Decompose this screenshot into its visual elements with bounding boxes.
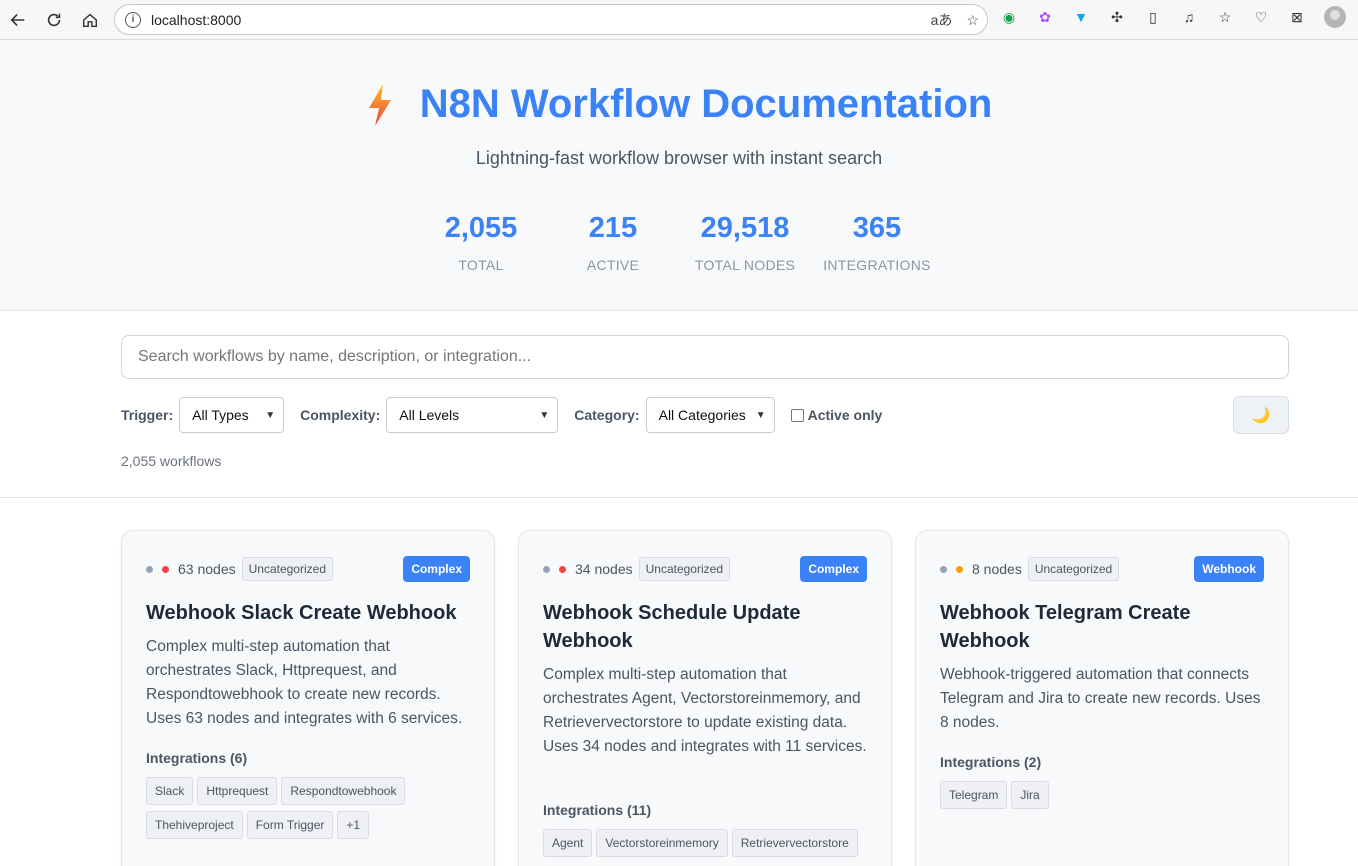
section-divider (0, 497, 1358, 498)
site-info-icon[interactable]: i (125, 11, 141, 28)
reload-icon[interactable] (36, 2, 72, 38)
integrations-heading: Integrations (2) (940, 754, 1042, 770)
integrations-heading: Integrations (6) (146, 750, 248, 766)
trigger-badge: Webhook (1194, 556, 1264, 582)
extension-download-icon[interactable]: ▼ (1072, 8, 1090, 26)
integration-tags: Slack Httprequest Respondtowebhook Thehi… (146, 777, 476, 839)
stat-label: TOTAL NODES (694, 257, 796, 273)
stat-active: 215 ACTIVE (547, 212, 679, 273)
stat-total-nodes: 29,518 TOTAL NODES (679, 212, 811, 273)
active-only-label: Active only (807, 407, 883, 423)
profile-avatar[interactable] (1324, 6, 1346, 28)
moon-icon: 🌙 (1251, 407, 1271, 424)
address-bar[interactable]: i localhost:8000 aあ ☆ (114, 4, 988, 35)
complexity-filter-label: Complexity: (300, 407, 381, 423)
stat-total: 2,055 TOTAL (415, 212, 547, 273)
integration-tag: Jira (1011, 781, 1049, 809)
page-title: N8N Workflow Documentation (419, 82, 993, 126)
category-badge: Uncategorized (1027, 557, 1120, 581)
category-filter-label: Category: (574, 407, 640, 423)
integration-tag: Respondtowebhook (281, 777, 406, 805)
active-only-checkbox[interactable] (790, 408, 804, 422)
chevron-down-icon: ▼ (539, 409, 550, 421)
workflow-title[interactable]: Webhook Schedule Update Webhook (543, 599, 873, 655)
integration-tag: Agent (543, 829, 593, 857)
integration-tag: Thehiveproject (146, 811, 243, 839)
integration-tag: Telegram (940, 781, 1008, 809)
translate-icon[interactable]: aあ (931, 10, 953, 30)
integration-tag: Httprequest (197, 777, 278, 805)
screenshot-icon[interactable]: ⊠ (1288, 8, 1306, 26)
category-badge: Uncategorized (241, 557, 333, 581)
trigger-badge: Complex (800, 556, 867, 582)
extension-brain-icon[interactable]: ✿ (1036, 8, 1054, 26)
integration-tags: Agent Vectorstoreinmemory Retrievervecto… (543, 829, 873, 857)
stat-value: 2,055 (444, 212, 518, 244)
integrations-heading: Integrations (11) (543, 802, 652, 818)
complexity-dot (956, 565, 963, 573)
workflow-description: Webhook-triggered automation that connec… (940, 666, 1261, 731)
workflow-card[interactable]: 8 nodes Uncategorized Webhook Webhook Te… (915, 530, 1289, 866)
home-icon[interactable] (72, 2, 108, 38)
integration-tag: Vectorstoreinmemory (596, 829, 728, 857)
active-only-toggle[interactable]: Active only (790, 407, 883, 423)
complexity-select[interactable]: All Levels ▼ (386, 397, 559, 433)
status-dot (940, 565, 947, 573)
stats-row: 2,055 TOTAL 215 ACTIVE 29,518 TOTAL NODE… (0, 212, 1358, 273)
category-select[interactable]: All Categories ▼ (645, 397, 775, 433)
search-input[interactable] (121, 335, 1289, 379)
stat-value: 29,518 (700, 212, 790, 244)
filter-bar: Trigger: All Types ▼ Complexity: All Lev… (121, 397, 882, 433)
node-count: 63 nodes (178, 561, 236, 577)
trigger-filter-label: Trigger: (121, 407, 174, 423)
star-icon[interactable]: ☆ (966, 12, 979, 29)
lightning-icon (368, 83, 391, 126)
stat-label: INTEGRATIONS (823, 257, 931, 273)
integration-tag: Slack (146, 777, 194, 805)
workflow-card[interactable]: 63 nodes Uncategorized Complex Webhook S… (121, 530, 495, 866)
workflow-title[interactable]: Webhook Slack Create Webhook (146, 599, 476, 627)
chevron-down-icon: ▼ (265, 409, 276, 421)
complexity-dot (162, 565, 169, 573)
category-badge: Uncategorized (638, 557, 730, 581)
node-count: 34 nodes (575, 561, 633, 577)
stat-label: TOTAL (458, 257, 504, 273)
extension-globe-icon[interactable]: ◉ (1000, 8, 1018, 26)
chevron-down-icon: ▼ (755, 409, 766, 421)
trigger-select-value: All Types (192, 407, 249, 423)
theme-toggle-button[interactable]: 🌙 (1233, 396, 1289, 434)
node-count: 8 nodes (972, 561, 1022, 577)
trigger-badge: Complex (403, 556, 470, 582)
trigger-select[interactable]: All Types ▼ (179, 397, 285, 433)
integration-tag: Retrievervectorstore (731, 829, 858, 857)
browser-essentials-icon[interactable]: ♡ (1252, 8, 1270, 26)
integration-tag: Form Trigger (246, 811, 334, 839)
page-subtitle: Lightning-fast workflow browser with ins… (475, 148, 883, 168)
stat-label: ACTIVE (586, 257, 640, 273)
favorites-icon[interactable]: ☆ (1216, 8, 1234, 26)
stat-integrations: 365 INTEGRATIONS (811, 212, 943, 273)
url-text: localhost:8000 (151, 11, 242, 28)
workflow-description: Complex multi-step automation that orche… (543, 666, 867, 755)
page-header: N8N Workflow Documentation Lightning-fas… (0, 40, 1358, 311)
workflow-description: Complex multi-step automation that orche… (146, 638, 463, 727)
browser-toolbar: i localhost:8000 aあ ☆ ◉ ✿ ▼ ✣ ▯ ♫ ☆ ♡ ⊠ (0, 0, 1358, 40)
status-dot (146, 565, 153, 573)
category-select-value: All Categories (658, 407, 746, 423)
integration-more-tag[interactable]: +1 (337, 811, 370, 839)
results-count: 2,055 workflows (121, 453, 222, 469)
stat-value: 215 (588, 212, 638, 244)
status-dot (543, 565, 550, 573)
read-aloud-icon[interactable]: ♫ (1180, 8, 1198, 26)
back-icon[interactable] (0, 2, 36, 38)
complexity-select-value: All Levels (399, 407, 460, 423)
integration-tags: Telegram Jira (940, 781, 1270, 809)
workflow-title[interactable]: Webhook Telegram Create Webhook (940, 599, 1270, 655)
split-screen-icon[interactable]: ▯ (1144, 8, 1162, 26)
complexity-dot (559, 565, 566, 573)
workflow-card[interactable]: 34 nodes Uncategorized Complex Webhook S… (518, 530, 892, 866)
extensions-puzzle-icon[interactable]: ✣ (1108, 8, 1126, 26)
stat-value: 365 (852, 212, 902, 244)
